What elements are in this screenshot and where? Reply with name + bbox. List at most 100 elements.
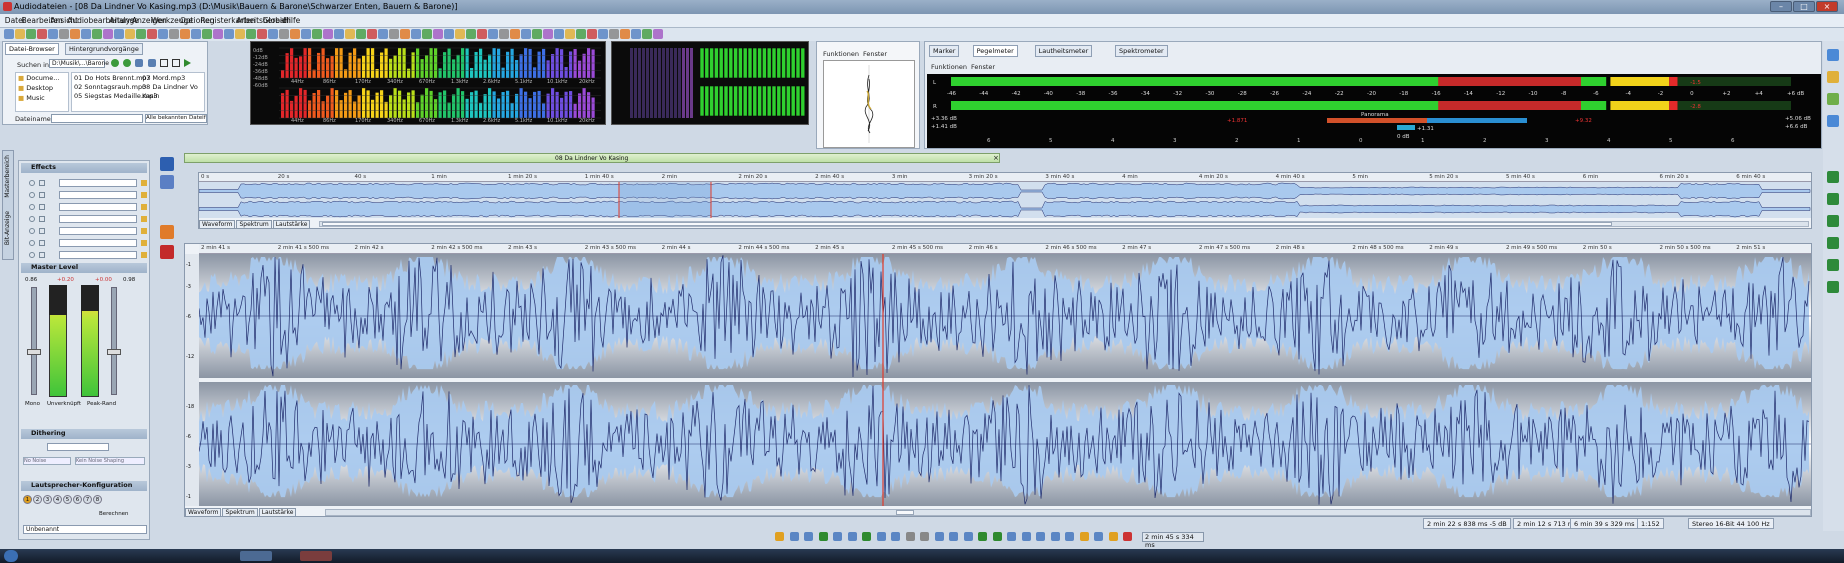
transport-button[interactable] xyxy=(1021,532,1031,541)
toolbar-button[interactable] xyxy=(202,29,212,39)
tool-icon[interactable] xyxy=(1827,93,1839,105)
preset-select[interactable]: Unbenannt xyxy=(23,525,147,534)
toolbar-button[interactable] xyxy=(477,29,487,39)
main-scroll-thumb[interactable] xyxy=(896,510,914,515)
transport-button[interactable] xyxy=(920,532,929,541)
transport-button[interactable] xyxy=(1007,532,1016,541)
speaker-7[interactable]: 7 xyxy=(83,495,92,504)
main-waveform[interactable] xyxy=(199,254,1811,506)
toolbar-button[interactable] xyxy=(378,29,388,39)
transport-button[interactable] xyxy=(1079,532,1089,541)
transport-button[interactable] xyxy=(1065,532,1074,541)
toolbar-button[interactable] xyxy=(565,29,575,39)
fader-handle-right[interactable] xyxy=(107,349,121,355)
effect-slot[interactable] xyxy=(59,215,137,223)
start-icon[interactable] xyxy=(4,550,18,562)
transport-button[interactable] xyxy=(891,532,900,541)
transport-button[interactable] xyxy=(833,532,842,541)
side-tab-bitanzeige[interactable]: Bit-Anzeige xyxy=(4,211,11,245)
toolbar-button[interactable] xyxy=(499,29,509,39)
transport-button[interactable] xyxy=(1036,532,1045,541)
toolbar-button[interactable] xyxy=(59,29,69,39)
phase-menu-window[interactable]: Fenster xyxy=(863,50,887,58)
effect-power-icon[interactable] xyxy=(29,180,35,186)
folder-item[interactable]: ■ Desktop xyxy=(16,83,68,93)
toolbar-button[interactable] xyxy=(620,29,630,39)
transport-button[interactable] xyxy=(847,532,857,541)
calculate-button[interactable]: Berechnen xyxy=(99,511,129,517)
toolbar-button[interactable] xyxy=(444,29,454,39)
maximize-button[interactable]: □ xyxy=(1793,1,1815,12)
toolbar-button[interactable] xyxy=(235,29,245,39)
effect-power-icon[interactable] xyxy=(29,228,35,234)
tool-icon[interactable] xyxy=(1827,237,1839,249)
toolbar-button[interactable] xyxy=(521,29,531,39)
speaker-4[interactable]: 4 xyxy=(53,495,62,504)
toolbar-button[interactable] xyxy=(389,29,399,39)
status-zoom[interactable]: 1:152 xyxy=(1637,518,1664,529)
toolbar-button[interactable] xyxy=(279,29,289,39)
mono-button[interactable]: Mono xyxy=(25,401,40,407)
forward-icon[interactable] xyxy=(123,59,132,67)
toolbar-button[interactable] xyxy=(510,29,520,39)
play-preview-icon[interactable] xyxy=(184,59,192,67)
toolbar-button[interactable] xyxy=(653,29,663,39)
tab-hintergrund[interactable]: Hintergrundvorgänge xyxy=(65,43,143,55)
toolbar-button[interactable] xyxy=(400,29,410,39)
toolbar-button[interactable] xyxy=(136,29,146,39)
transport-button[interactable] xyxy=(1123,532,1132,541)
transport-button[interactable] xyxy=(804,532,813,541)
folder-item[interactable]: ■ Docume... xyxy=(16,73,68,83)
effect-preset-icon[interactable] xyxy=(141,228,147,234)
toolbar-button[interactable] xyxy=(169,29,179,39)
toolbar-button[interactable] xyxy=(356,29,366,39)
side-tab-masterbereich[interactable]: Masterbereich xyxy=(4,155,11,198)
effect-slot[interactable] xyxy=(59,179,137,187)
effect-bypass-icon[interactable] xyxy=(39,228,45,234)
transport-button[interactable] xyxy=(978,532,987,541)
toolbar-button[interactable] xyxy=(81,29,91,39)
toolbar-button[interactable] xyxy=(631,29,641,39)
toolbar-button[interactable] xyxy=(290,29,300,39)
shaping-select[interactable]: Kein Noise Shaping xyxy=(75,457,145,465)
effect-bypass-icon[interactable] xyxy=(39,240,45,246)
toolbar-button[interactable] xyxy=(576,29,586,39)
effect-slot[interactable] xyxy=(59,227,137,235)
toolbar-button[interactable] xyxy=(466,29,476,39)
menu-11[interactable]: Hilfe xyxy=(283,16,300,25)
effect-bypass-icon[interactable] xyxy=(39,204,45,210)
transport-button[interactable] xyxy=(949,532,958,541)
toolbar-button[interactable] xyxy=(191,29,201,39)
unlinked-button[interactable]: Unverknüpft xyxy=(47,401,81,407)
wave-view-icon[interactable] xyxy=(160,157,174,171)
toolbar-button[interactable] xyxy=(488,29,498,39)
effect-slot[interactable] xyxy=(59,191,137,199)
meter-tab-0[interactable]: Marker xyxy=(929,45,960,57)
tool-icon[interactable] xyxy=(1827,171,1839,183)
taskbar-app-icon[interactable] xyxy=(300,551,332,561)
dither-select[interactable] xyxy=(47,443,109,451)
toolbar-button[interactable] xyxy=(367,29,377,39)
transport-button[interactable] xyxy=(775,532,784,541)
tool-icon[interactable] xyxy=(1827,259,1839,271)
filename-input[interactable] xyxy=(51,114,143,123)
meter-tab-3[interactable]: Spektrometer xyxy=(1115,45,1168,57)
toolbar-button[interactable] xyxy=(422,29,432,39)
toolbar-button[interactable] xyxy=(4,29,14,39)
tool-icon[interactable] xyxy=(1827,281,1839,293)
toolbar-button[interactable] xyxy=(312,29,322,39)
effect-power-icon[interactable] xyxy=(29,216,35,222)
folder-item[interactable]: ■ Music xyxy=(16,93,68,103)
toolbar-button[interactable] xyxy=(70,29,80,39)
effect-power-icon[interactable] xyxy=(29,204,35,210)
transport-button[interactable] xyxy=(876,532,886,541)
speaker-6[interactable]: 6 xyxy=(73,495,82,504)
tool-icon[interactable] xyxy=(1827,71,1839,83)
toolbar-button[interactable] xyxy=(224,29,234,39)
phase-menu-functions[interactable]: Funktionen xyxy=(823,50,859,58)
file-item[interactable]: 08 Da Lindner Vo Kasin xyxy=(142,83,204,101)
meter-tab-2[interactable]: Lautheitsmeter xyxy=(1034,45,1093,57)
toolbar-button[interactable] xyxy=(257,29,267,39)
toolbar-button[interactable] xyxy=(48,29,58,39)
tool-icon[interactable] xyxy=(1827,215,1839,227)
